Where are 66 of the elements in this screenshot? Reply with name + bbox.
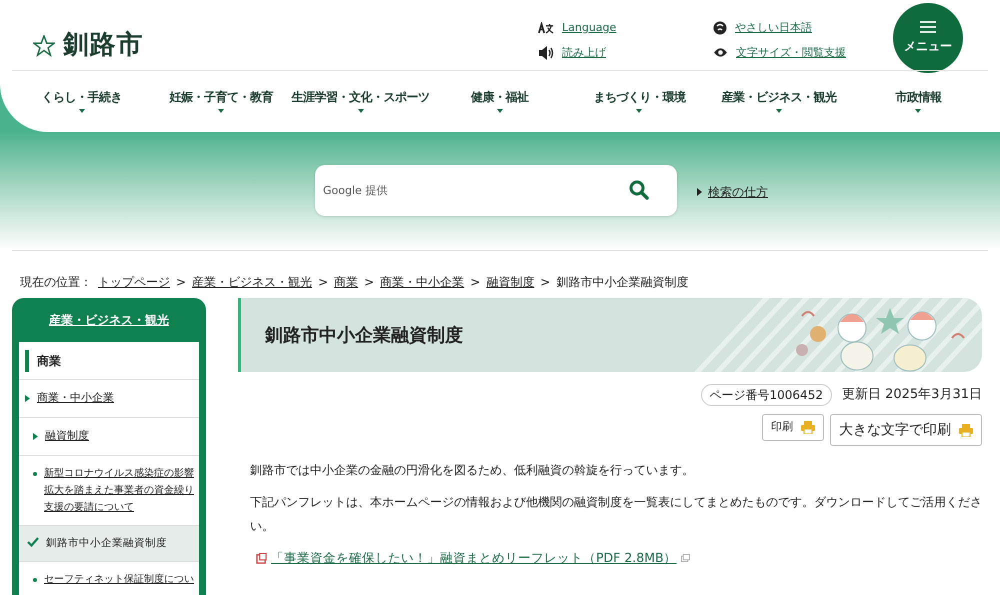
sidebar-item[interactable]: 商業・中小企業 xyxy=(37,390,114,407)
bullet-icon xyxy=(33,472,37,476)
nav-tab[interactable]: 生涯学習・文化・スポーツ xyxy=(292,88,430,113)
breadcrumb-separator: > xyxy=(470,274,480,290)
triangle-icon xyxy=(25,395,30,402)
pdf-icon xyxy=(256,552,267,564)
header-link[interactable]: 文字サイズ・閲覧支援 xyxy=(736,44,846,61)
chevron-icon xyxy=(697,188,702,196)
language-icon xyxy=(538,22,554,35)
printer-icon xyxy=(801,421,815,434)
star-logo-icon xyxy=(33,34,55,56)
breadcrumb-link[interactable]: 商業 xyxy=(334,272,358,290)
breadcrumb-link[interactable]: 商業・中小企業 xyxy=(380,272,464,290)
sidebar-current-item: 釧路市中小企業融資制度 xyxy=(46,536,168,551)
header-link[interactable]: Language xyxy=(562,20,616,36)
breadcrumb-current: 釧路市中小企業融資制度 xyxy=(556,274,688,290)
header-link[interactable]: 読み上げ xyxy=(562,44,606,61)
caret-icon xyxy=(78,109,85,113)
globe-icon xyxy=(713,21,727,36)
updated-date: 更新日 2025年3月31日 xyxy=(842,386,982,404)
sidebar-item[interactable]: 新型コロナウイルス感染症の影響拡大を踏まえた事業者の資金繰り支援の要請について xyxy=(44,465,199,516)
nav-tab[interactable]: くらし・手続き xyxy=(41,88,122,113)
check-icon xyxy=(27,535,39,547)
sidebar-item[interactable]: 商業 xyxy=(37,352,61,370)
paragraph: 釧路市では中小企業の金融の円滑化を図るため、低利融資の斡旋を行っています。 xyxy=(250,462,695,479)
breadcrumb-link[interactable]: トップページ xyxy=(98,272,170,290)
sidebar-title-link[interactable]: 産業・ビジネス・観光 xyxy=(49,311,169,329)
caret-icon xyxy=(218,109,224,113)
triangle-icon xyxy=(33,433,38,440)
sidebar-item[interactable]: セーフティネット保証制度につい xyxy=(44,571,198,588)
breadcrumb-separator: > xyxy=(540,274,550,290)
breadcrumb-separator: > xyxy=(176,274,186,290)
site-logo-text[interactable]: 釧路市 xyxy=(63,26,143,65)
page-title: 釧路市中小企業融資制度 xyxy=(265,324,463,348)
nav-tab[interactable]: 産業・ビジネス・観光 xyxy=(721,88,836,113)
breadcrumb-link[interactable]: 融資制度 xyxy=(486,272,534,290)
nav-tab[interactable]: 市政情報 xyxy=(895,88,942,113)
caret-icon xyxy=(358,109,364,113)
caret-icon xyxy=(636,109,642,113)
breadcrumb-separator: > xyxy=(364,274,374,290)
paragraph: 下記パンフレットは、本ホームページの情報および他機関の融資制度を一覧表にしてまとめたものです。ダウンロードしてご活用ください。 xyxy=(250,494,982,535)
breadcrumb-label: 現在の位置： xyxy=(20,274,92,290)
nav-tab[interactable]: まちづくり・環境 xyxy=(593,88,686,113)
menu-icon xyxy=(920,21,936,33)
caret-icon xyxy=(776,109,782,113)
breadcrumb-separator: > xyxy=(318,274,328,290)
eye-icon xyxy=(713,47,728,58)
menu-button[interactable]: メニュー xyxy=(893,3,963,73)
nav-tab[interactable]: 健康・福祉 xyxy=(471,88,529,113)
breadcrumb-link[interactable]: 産業・ビジネス・観光 xyxy=(192,272,312,290)
print-button[interactable]: 印刷 xyxy=(762,414,824,441)
page-number-badge: ページ番号1006452 xyxy=(700,384,832,406)
nav-tab[interactable]: 妊娠・子育て・教育 xyxy=(169,88,273,113)
pdf-link[interactable]: 「事業資金を確保したい！」融資まとめリーフレット（PDF 2.8MB） xyxy=(271,546,677,570)
header-link[interactable]: やさしい日本語 xyxy=(735,20,812,36)
printer-icon xyxy=(959,424,973,436)
sidebar-item[interactable]: 融資制度 xyxy=(45,428,89,445)
caret-icon xyxy=(915,109,922,113)
caret-icon xyxy=(496,109,503,113)
search-help-link[interactable]: 検索の仕方 xyxy=(708,183,768,201)
new-window-icon xyxy=(680,554,690,562)
speaker-icon xyxy=(538,46,554,60)
search-icon[interactable] xyxy=(629,180,649,200)
search-field[interactable]: Google 提供 xyxy=(315,165,677,216)
bullet-icon xyxy=(33,578,37,582)
print-button[interactable]: 大きな文字で印刷 xyxy=(830,414,982,446)
